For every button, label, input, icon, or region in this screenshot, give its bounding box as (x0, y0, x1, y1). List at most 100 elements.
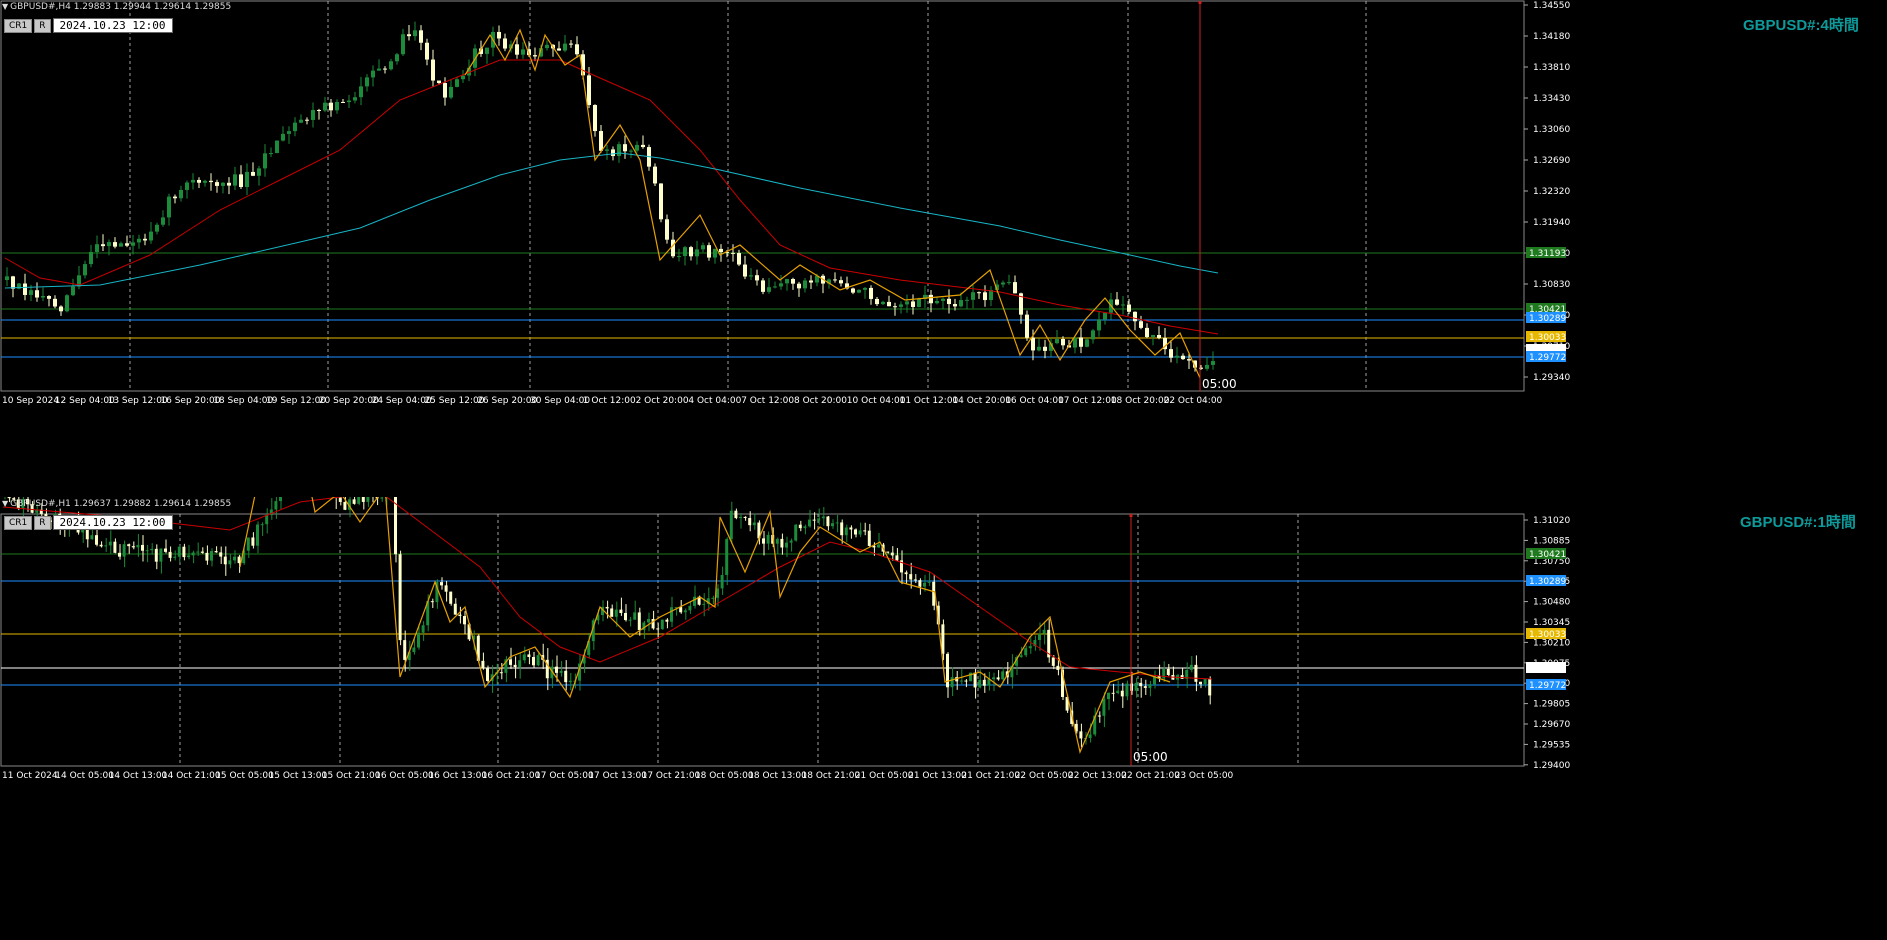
candle-body (23, 283, 27, 295)
candle-body (269, 153, 273, 155)
candle-body (689, 247, 693, 257)
candle-body (371, 70, 375, 78)
candle-body (101, 244, 105, 247)
level-price-label: 1.31193 (1529, 249, 1566, 259)
candle-body (329, 102, 333, 111)
candle-body (263, 153, 267, 169)
candle-body (617, 144, 621, 157)
candle-body (383, 68, 387, 70)
candle-body (449, 86, 453, 98)
candle-body (881, 301, 885, 305)
time-tick-label: 19 Sep 12:00 (266, 396, 326, 406)
candle-body (143, 238, 147, 241)
candle-body (453, 603, 457, 615)
time-tick-label: 4 Oct 04:00 (688, 396, 741, 406)
candle-body (179, 189, 183, 199)
candle-body (821, 516, 825, 519)
candle-body (499, 672, 503, 674)
price-tick-label: 1.32320 (1533, 187, 1570, 197)
candle-body (522, 654, 526, 661)
candle-body (197, 179, 201, 183)
h4-chart-window[interactable]: 1.34550 1.34180 1.33810 1.33430 1.33060 1.326… (0, 0, 1887, 497)
price-tick-label: 1.29670 (1533, 720, 1570, 730)
candle-body (177, 546, 181, 557)
candle-body (257, 168, 261, 176)
candle-body (1001, 282, 1005, 285)
candle-body (803, 280, 807, 289)
candle-body (605, 149, 609, 151)
candle-body (743, 516, 747, 519)
collapse-triangle-icon[interactable]: ▼ (2, 499, 8, 508)
candle-body (867, 530, 871, 546)
h4-toolbar: CR1 R 2024.10.23 12:00 (4, 18, 173, 33)
datetime-field[interactable]: 2024.10.23 12:00 (52, 18, 173, 33)
candle-body (749, 275, 753, 277)
candle-body (1097, 715, 1101, 717)
candle-body (521, 49, 525, 55)
candle-body (191, 179, 195, 183)
price-tick-label: 1.30480 (1533, 598, 1570, 608)
candle-body (1079, 337, 1083, 347)
candle-body (155, 224, 159, 232)
level-price-label: 1.30289 (1529, 577, 1566, 587)
candle-body (141, 544, 144, 551)
crosshair-marker (1129, 514, 1133, 517)
candle-body (89, 252, 93, 265)
candle-body (797, 283, 801, 289)
price-tick-label: 1.30885 (1533, 536, 1570, 546)
candle-body (929, 294, 933, 304)
time-tick-label: 14 Oct 05:00 (55, 771, 114, 781)
time-tick-label: 18 Oct 13:00 (748, 771, 807, 781)
candle-body (619, 609, 623, 614)
candle-body (605, 606, 609, 609)
cr-button[interactable]: CR1 (4, 515, 33, 530)
time-tick-label: 14 Oct 13:00 (109, 771, 168, 781)
candle-body (1189, 664, 1193, 670)
r-button[interactable]: R (34, 515, 51, 530)
candle-body (670, 607, 673, 622)
collapse-triangle-icon[interactable]: ▼ (2, 2, 8, 11)
cr-button[interactable]: CR1 (4, 18, 33, 33)
candle-body (656, 628, 660, 630)
candle-body (1102, 699, 1106, 716)
level-price-label: 1.29772 (1529, 681, 1566, 691)
level-price-label: 1.30033 (1529, 630, 1566, 640)
candle-body (83, 264, 87, 276)
datetime-field[interactable]: 2024.10.23 12:00 (52, 515, 173, 530)
candle-body (361, 497, 365, 502)
candle-body (1056, 665, 1060, 670)
r-button[interactable]: R (34, 18, 51, 33)
candle-body (1007, 282, 1011, 284)
h1-price-chart[interactable]: 1.310201.308851.307501.306151.304801.303… (0, 497, 1887, 940)
candle-body (256, 524, 259, 546)
candle-body (739, 516, 742, 519)
h1-chart-window[interactable]: 1.310201.308851.307501.306151.304801.303… (0, 497, 1887, 940)
h4-price-chart[interactable]: 1.34550 1.34180 1.33810 1.33430 1.33060 1.326… (0, 0, 1887, 497)
candle-body (1031, 337, 1035, 351)
time-tick-label: 16 Oct 21:00 (482, 771, 541, 781)
candle-body (107, 242, 111, 247)
candle-body (398, 554, 402, 641)
zigzag-line (464, 28, 1201, 379)
candle-body (161, 217, 165, 225)
candle-body (237, 556, 241, 564)
candle-body (352, 499, 356, 504)
candle-body (854, 529, 857, 535)
time-tick-label: 16 Oct 04:00 (1005, 396, 1064, 406)
candle-body (287, 131, 291, 134)
candle-body (317, 110, 321, 112)
candle-body (444, 585, 448, 592)
time-tick-label: 17 Oct 05:00 (535, 771, 594, 781)
candle-body (440, 582, 443, 586)
candle-body (555, 666, 558, 673)
candle-body (840, 522, 844, 536)
candle-body (1205, 364, 1209, 369)
candle-body (831, 523, 834, 527)
candle-body (1120, 690, 1124, 697)
candle-body (437, 80, 441, 84)
candle-body (85, 528, 89, 540)
candle-body (168, 551, 172, 558)
candle-body (518, 660, 522, 668)
candle-body (734, 510, 738, 519)
candle-body (209, 180, 213, 183)
